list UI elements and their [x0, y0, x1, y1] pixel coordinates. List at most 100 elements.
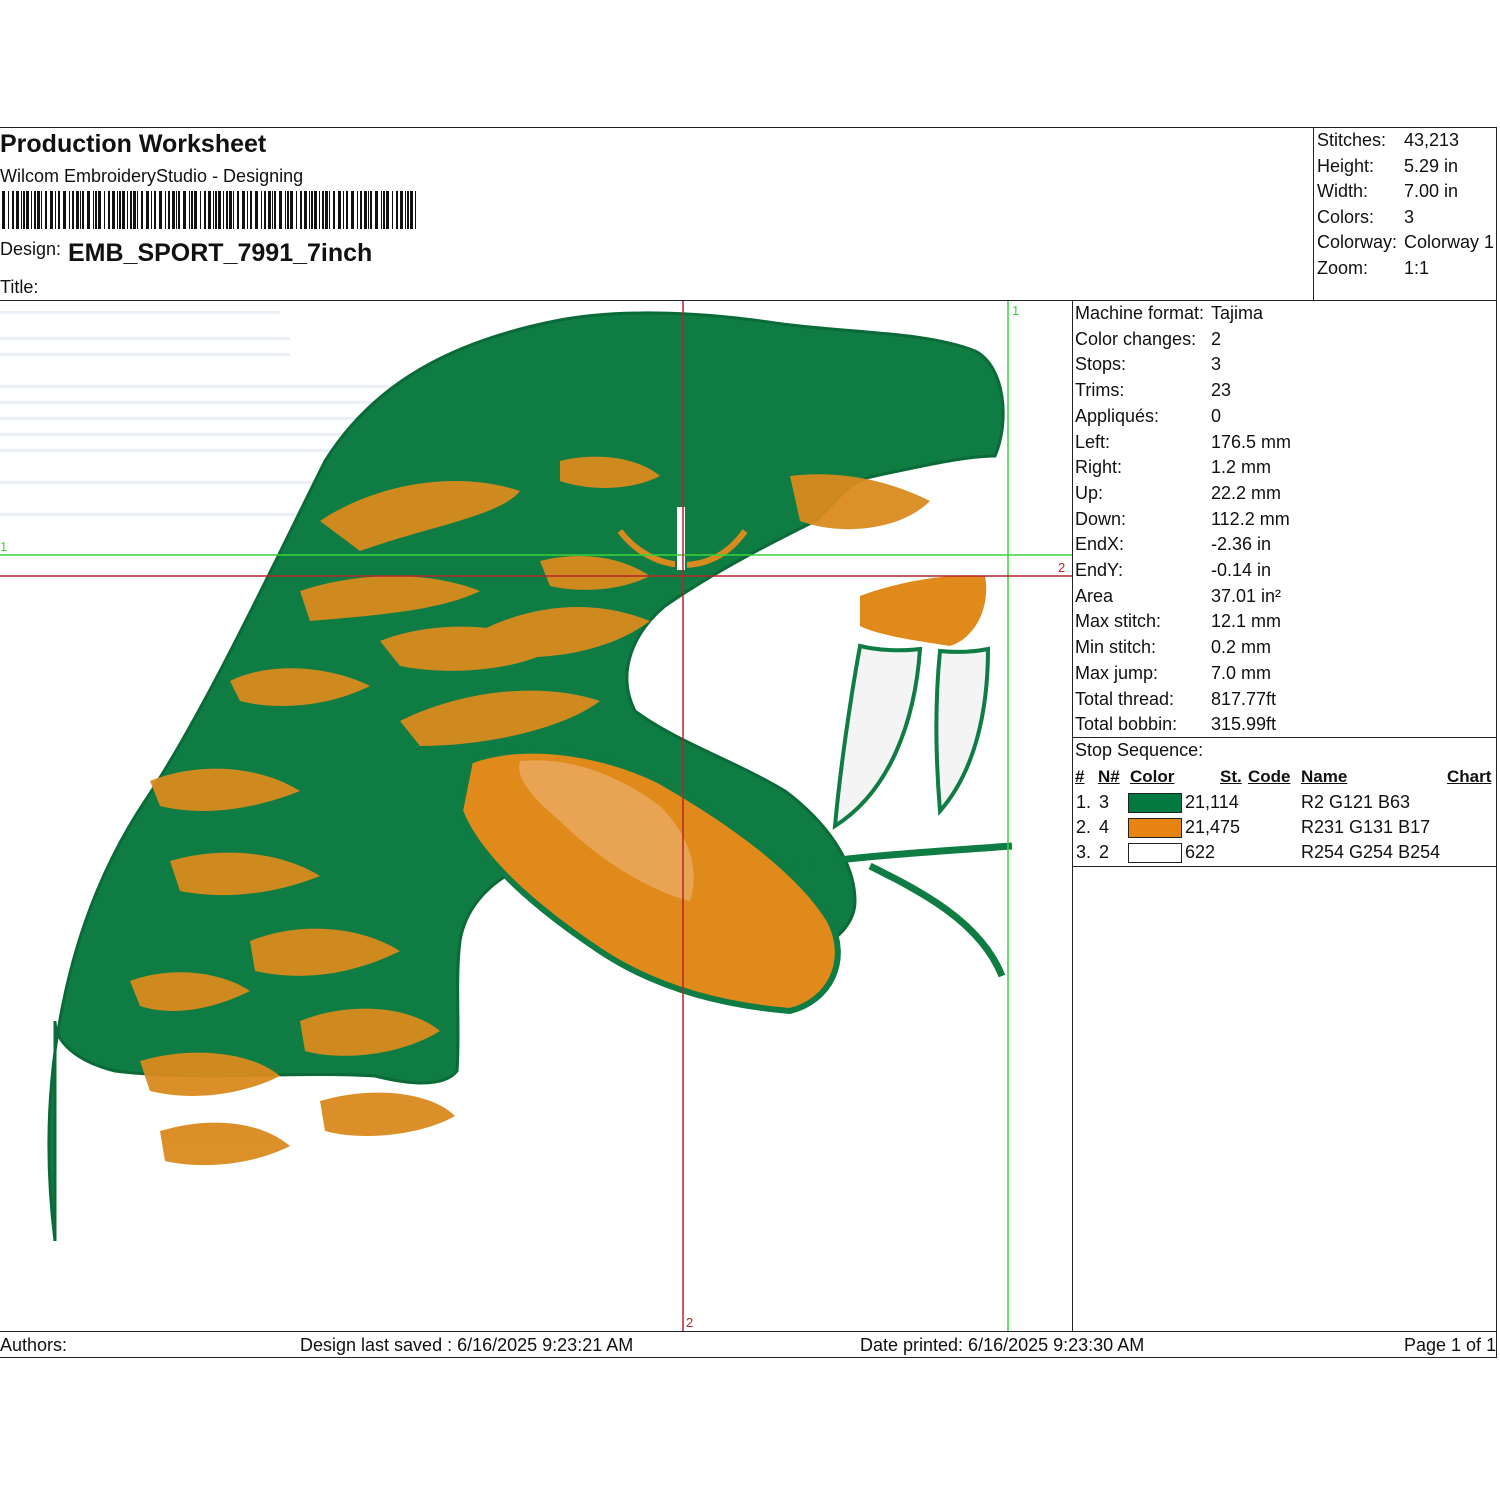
- stop-row-needle: 4: [1099, 817, 1110, 837]
- detail-value: -2.36 in: [1211, 534, 1272, 555]
- barcode-bar: [314, 191, 317, 229]
- detail-value: 0: [1211, 405, 1222, 426]
- barcode-bar: [351, 191, 354, 229]
- barcode-bar: [272, 191, 273, 229]
- summary-label: Height:: [1317, 155, 1375, 176]
- guide-label-green-h: 1: [0, 539, 7, 554]
- barcode-bar: [37, 191, 40, 229]
- barcode-bar: [208, 191, 211, 229]
- barcode-bar: [58, 191, 60, 229]
- barcode-bar: [26, 191, 29, 229]
- barcode-bar: [168, 191, 170, 229]
- col-needle: N#: [1098, 767, 1120, 786]
- barcode-bar: [229, 191, 232, 229]
- summary-label: Colors:: [1317, 206, 1375, 227]
- barcode: [2, 191, 416, 229]
- barcode-bar: [242, 191, 245, 229]
- barcode-bar: [98, 191, 101, 229]
- barcode-bar: [130, 191, 132, 229]
- stop-row-name: R254 G254 B254: [1301, 842, 1441, 862]
- detail-label: EndX:: [1075, 534, 1125, 555]
- barcode-bar: [383, 191, 385, 229]
- barcode-bar: [95, 191, 97, 229]
- title-label: Title:: [0, 277, 39, 297]
- design-name: EMB_SPORT_7991_7inch: [68, 239, 373, 267]
- barcode-bar: [268, 191, 271, 229]
- design-canvas[interactable]: 1 1 2 2: [0, 301, 1072, 1332]
- barcode-bar: [108, 191, 110, 229]
- snake-eye-pupil: [675, 505, 687, 572]
- summary-value: 7.00 in: [1404, 181, 1459, 201]
- barcode-bar: [16, 191, 19, 229]
- barcode-bar: [133, 191, 136, 229]
- barcode-bar: [396, 191, 398, 229]
- barcode-bar: [87, 191, 90, 229]
- barcode-bar: [23, 191, 25, 229]
- barcode-bar: [76, 191, 79, 229]
- footer-separator: [0, 1331, 1497, 1332]
- barcode-bar: [233, 191, 234, 229]
- barcode-bar: [112, 191, 115, 229]
- barcode-bar: [405, 191, 406, 229]
- barcode-bar: [31, 191, 32, 229]
- detail-value: 817.77ft: [1211, 688, 1277, 709]
- stop-row-color-swatch: [1128, 793, 1182, 813]
- barcode-bar: [319, 191, 320, 229]
- barcode-bar: [370, 191, 372, 229]
- detail-value: 2: [1211, 328, 1222, 349]
- barcode-bar: [204, 191, 206, 229]
- stop-row-name: R231 G131 B17: [1301, 817, 1431, 837]
- detail-value: 37.01 in²: [1211, 585, 1282, 606]
- barcode-bar: [12, 191, 14, 229]
- barcode-bar: [82, 191, 84, 229]
- barcode-bar: [137, 191, 138, 229]
- stop-row-color-swatch: [1128, 843, 1182, 863]
- design-label: Design:: [0, 239, 62, 259]
- barcode-bar: [165, 191, 166, 229]
- col-chart: Chart: [1447, 767, 1492, 786]
- summary-label: Zoom:: [1317, 257, 1369, 278]
- stop-row-num: 3.: [1076, 842, 1092, 862]
- barcode-bar: [194, 191, 197, 229]
- detail-value: 23: [1211, 380, 1232, 401]
- detail-value: 7.0 mm: [1211, 662, 1272, 683]
- footer-printed: Date printed: 6/16/2025 9:23:30 AM: [860, 1335, 1145, 1355]
- barcode-bar: [200, 191, 201, 229]
- snake-fang-right: [934, 646, 991, 816]
- stop-row-stitches: 21,475: [1185, 817, 1241, 837]
- col-color: Color: [1130, 767, 1175, 786]
- detail-value: 0.2 mm: [1211, 637, 1272, 658]
- summary-value: Colorway 1: [1404, 232, 1495, 252]
- barcode-bar: [368, 191, 369, 229]
- barcode-bar: [21, 191, 22, 229]
- barcode-bar: [189, 191, 190, 229]
- barcode-bar: [392, 191, 393, 229]
- detail-label: Down:: [1075, 508, 1127, 529]
- details-divider: [1072, 300, 1073, 1332]
- detail-label: Min stitch:: [1075, 637, 1157, 658]
- barcode-bar: [141, 191, 143, 229]
- barcode-bar: [151, 191, 152, 229]
- barcode-bar: [375, 191, 378, 229]
- stop-row-num: 1.: [1076, 792, 1092, 812]
- detail-value: Tajima: [1211, 303, 1264, 323]
- footer-saved: Design last saved : 6/16/2025 9:23:21 AM: [300, 1335, 634, 1355]
- barcode-bar: [274, 191, 276, 229]
- worksheet-title: Production Worksheet: [0, 130, 267, 158]
- barcode-bar: [69, 191, 70, 229]
- barcode-bar: [381, 191, 382, 229]
- barcode-bar: [290, 191, 293, 229]
- stop-row-stitches: 21,114: [1185, 792, 1239, 812]
- barcode-bar: [63, 191, 66, 229]
- detail-value: 112.2 mm: [1211, 508, 1290, 529]
- barcode-bar: [264, 191, 266, 229]
- detail-value: 12.1 mm: [1211, 611, 1282, 632]
- barcode-bar: [360, 191, 362, 229]
- guide-label-red-v: 2: [686, 1315, 693, 1330]
- barcode-bar: [104, 191, 105, 229]
- summary-value: 43,213: [1404, 130, 1460, 150]
- detail-label: Trims:: [1075, 380, 1125, 401]
- barcode-bar: [183, 191, 186, 229]
- barcode-bar: [80, 191, 81, 229]
- summary-value: 5.29 in: [1404, 155, 1459, 176]
